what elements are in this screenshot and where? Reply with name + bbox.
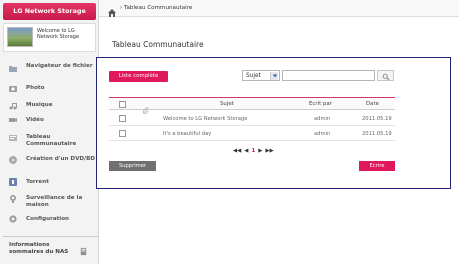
sidebar-item-label: Torrent: [26, 179, 49, 185]
next-page-button[interactable]: ▶: [258, 147, 262, 155]
torrent-icon: [8, 177, 18, 187]
sidebar-item-label: Navigateur de fichier: [26, 63, 93, 69]
chevron-down-icon[interactable]: [270, 72, 278, 80]
current-page[interactable]: 1: [251, 147, 255, 155]
folder-icon: [8, 64, 18, 74]
attachment-icon: [142, 100, 150, 115]
welcome-panel: Welcome to LG Network Storage: [3, 23, 96, 52]
gear-icon: [8, 214, 18, 224]
row-subject[interactable]: It's a beautiful day: [163, 130, 211, 138]
nas-summary-panel[interactable]: Informations sommaires du NAS: [3, 236, 98, 264]
table-row[interactable]: It's a beautiful day admin 2011.05.19: [109, 127, 395, 141]
music-icon: [8, 101, 18, 111]
sidebar-item-label: Configuration: [26, 216, 70, 222]
row-subject[interactable]: Welcome to LG Network Storage: [163, 115, 247, 123]
delete-button[interactable]: Supprimer: [109, 161, 156, 171]
breadcrumb: › Tableau Communautaire: [120, 4, 192, 12]
camera-icon: [8, 194, 18, 204]
column-subject: Sujet: [220, 101, 234, 107]
home-icon[interactable]: [107, 3, 117, 17]
sidebar-item-label: Musique: [26, 102, 53, 108]
breadcrumb-current: Tableau Communautaire: [124, 5, 193, 11]
welcome-text: Welcome to LG Network Storage: [37, 28, 80, 40]
first-page-button[interactable]: ◀◀: [233, 147, 241, 155]
sidebar-item-label: Surveillance de la maison: [26, 195, 83, 208]
row-checkbox[interactable]: [119, 115, 126, 122]
prev-page-button[interactable]: ◀: [244, 147, 248, 155]
search-button[interactable]: [377, 70, 394, 81]
write-button[interactable]: Ecrire: [359, 161, 395, 171]
select-all-checkbox[interactable]: [119, 101, 126, 108]
full-list-button[interactable]: Liste complète: [109, 71, 168, 82]
search-field-select[interactable]: Sujet: [242, 70, 280, 81]
sidebar: LG Network Storage Welcome to LG Network…: [0, 0, 99, 264]
breadcrumb-bar: › Tableau Communautaire: [99, 0, 459, 17]
sidebar-item-label: Création d'un DVD/BD: [26, 156, 95, 162]
row-checkbox[interactable]: [119, 130, 126, 137]
column-author: Ecrit par: [309, 101, 332, 107]
photo-icon: [8, 84, 18, 94]
sidebar-item-label: Vidéo: [26, 117, 44, 123]
nas-summary-label: Informations sommaires du NAS: [9, 242, 69, 255]
search-input[interactable]: [282, 70, 375, 81]
storage-icon: [79, 241, 88, 256]
disc-icon: [8, 155, 18, 165]
table-header: Sujet Ecrit par Date: [109, 97, 395, 115]
search-icon: [382, 66, 390, 85]
row-author: admin: [314, 131, 331, 137]
pagination: ◀◀ ◀ 1 ▶ ▶▶: [233, 147, 274, 155]
brand-title[interactable]: LG Network Storage: [3, 3, 96, 20]
search-field-select-value: Sujet: [246, 73, 261, 79]
row-date: 2011.05.19: [362, 116, 392, 122]
board-panel: Liste complète Sujet Sujet Ecrit par Dat…: [96, 57, 451, 189]
video-icon: [8, 115, 18, 125]
sidebar-item-label: Tableau Communautaire: [26, 134, 77, 147]
row-author: admin: [314, 116, 331, 122]
welcome-thumbnail: [7, 27, 33, 47]
column-date: Date: [366, 101, 379, 107]
table-row[interactable]: Welcome to LG Network Storage admin 2011…: [109, 112, 395, 126]
page-title: Tableau Communautaire: [112, 40, 204, 49]
row-date: 2011.05.19: [362, 131, 392, 137]
last-page-button[interactable]: ▶▶: [265, 147, 273, 155]
sidebar-item-label: Photo: [26, 85, 45, 91]
board-icon: [8, 133, 18, 143]
